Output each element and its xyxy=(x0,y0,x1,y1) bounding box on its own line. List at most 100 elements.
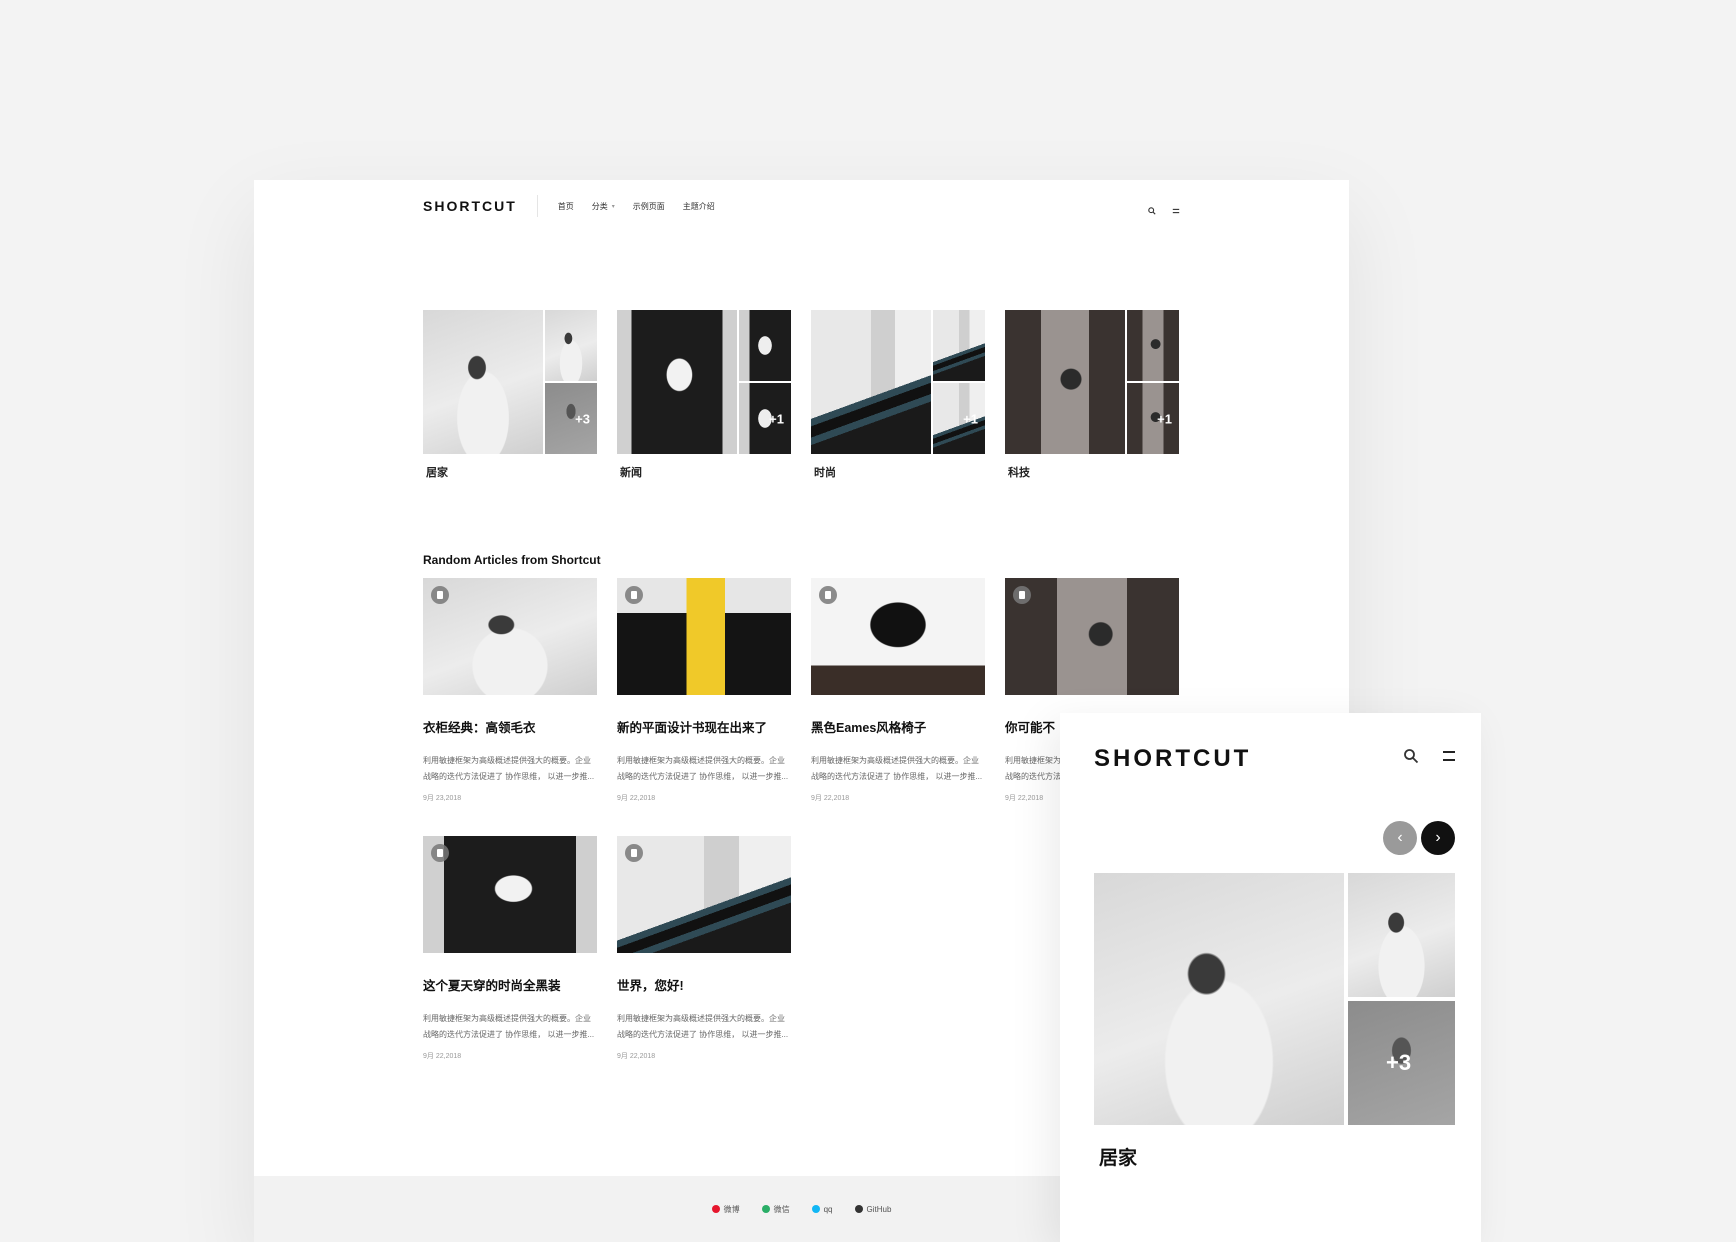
more-count: +1 xyxy=(769,411,784,426)
footer-label: 微博 xyxy=(723,1204,740,1214)
category-main-image xyxy=(423,310,543,454)
footer-label: 微信 xyxy=(773,1204,790,1214)
header-actions xyxy=(1403,748,1457,769)
category-thumb: +3 xyxy=(1348,1001,1455,1125)
section-title: Random Articles from Shortcut xyxy=(423,553,601,567)
site-header: SHORTCUT 首页 分类 ▾ 示例页面 主题介绍 xyxy=(423,180,1180,232)
article-thumbnail[interactable] xyxy=(1005,578,1179,695)
document-icon xyxy=(431,844,449,862)
weibo-icon xyxy=(711,1205,720,1213)
nav-label: 主题介绍 xyxy=(682,201,715,211)
article-title[interactable]: 黑色Eames风格椅子 xyxy=(811,717,985,736)
chevron-right-icon[interactable]: › xyxy=(1421,821,1455,855)
category-thumb: +1 xyxy=(739,383,791,454)
document-icon xyxy=(625,586,643,604)
article-date: 9月 22,2018 xyxy=(617,1053,656,1060)
main-nav: 首页 分类 ▾ 示例页面 主题介绍 xyxy=(558,201,715,212)
qq-icon xyxy=(811,1205,820,1213)
github-icon xyxy=(854,1205,863,1213)
mobile-preview: SHORTCUT ‹ › +3 居家 xyxy=(1060,713,1481,1242)
search-icon[interactable] xyxy=(1403,748,1419,769)
category-grid: +3 居家 +1 新闻 +1 时尚 +1 科技 xyxy=(423,310,1180,480)
article-card[interactable]: 世界，您好! 利用敏捷框架为高级概述提供强大的概要。企业战略的迭代方法促进了 协… xyxy=(617,836,791,1061)
article-excerpt: 利用敏捷框架为高级概述提供强大的概要。企业战略的迭代方法促进了 协作思维， 以进… xyxy=(423,1014,595,1039)
article-date: 9月 22,2018 xyxy=(423,1053,462,1060)
carousel-controls: ‹ › xyxy=(1383,821,1455,855)
category-name[interactable]: 居家 xyxy=(1099,1143,1137,1170)
nav-label: 分类 xyxy=(591,201,608,211)
article-title[interactable]: 衣柜经典：高领毛衣 xyxy=(423,717,597,736)
category-name[interactable]: 时尚 xyxy=(811,464,985,480)
category-thumb: +3 xyxy=(545,383,597,454)
category-main-image xyxy=(1094,873,1344,1125)
article-excerpt: 利用敏捷框架为高级概述提供强大的概要。企业战略的迭代方法促进了 协作思维， 以进… xyxy=(423,756,595,781)
nav-divider xyxy=(536,195,538,217)
nav-item-theme-intro[interactable]: 主题介绍 xyxy=(683,201,715,212)
category-card[interactable]: +1 科技 xyxy=(1005,310,1179,480)
nav-label: 示例页面 xyxy=(632,201,665,211)
category-thumb xyxy=(1348,873,1455,997)
category-thumb: +1 xyxy=(933,383,985,454)
more-count: +3 xyxy=(575,411,590,426)
article-thumbnail[interactable] xyxy=(617,578,791,695)
category-main-image xyxy=(1005,310,1125,454)
article-excerpt: 利用敏捷框架为高级概述提供强大的概要。企业战略的迭代方法促进了 协作思维， 以进… xyxy=(617,1014,789,1039)
document-icon xyxy=(819,586,837,604)
footer-link-wechat[interactable]: 微信 xyxy=(761,1204,790,1215)
more-count: +3 xyxy=(1386,1050,1412,1075)
nav-item-home[interactable]: 首页 xyxy=(558,201,574,212)
article-date: 9月 23,2018 xyxy=(423,795,462,802)
category-card[interactable]: +3 居家 xyxy=(423,310,597,480)
category-name[interactable]: 新闻 xyxy=(617,464,791,480)
article-title[interactable]: 这个夏天穿的时尚全黑装 xyxy=(423,975,597,994)
article-date: 9月 22,2018 xyxy=(811,795,850,802)
chevron-down-icon: ▾ xyxy=(611,203,615,210)
site-logo[interactable]: SHORTCUT xyxy=(1094,745,1251,773)
category-card[interactable]: +1 时尚 xyxy=(811,310,985,480)
article-card[interactable]: 这个夏天穿的时尚全黑装 利用敏捷框架为高级概述提供强大的概要。企业战略的迭代方法… xyxy=(423,836,597,1061)
site-logo[interactable]: SHORTCUT xyxy=(423,198,517,214)
footer-link-github[interactable]: GitHub xyxy=(854,1204,892,1214)
footer-label: qq xyxy=(823,1204,833,1214)
article-title[interactable]: 世界，您好! xyxy=(617,975,791,994)
chevron-left-icon[interactable]: ‹ xyxy=(1383,821,1417,855)
article-thumbnail[interactable] xyxy=(423,578,597,695)
category-main-image xyxy=(811,310,931,454)
category-card[interactable]: +1 新闻 xyxy=(617,310,791,480)
article-card[interactable]: 衣柜经典：高领毛衣 利用敏捷框架为高级概述提供强大的概要。企业战略的迭代方法促进… xyxy=(423,578,597,803)
article-excerpt: 利用敏捷框架为高级概述提供强大的概要。企业战略的迭代方法促进了 协作思维， 以进… xyxy=(811,756,983,781)
category-thumb xyxy=(739,310,791,381)
document-icon xyxy=(431,586,449,604)
article-title[interactable]: 新的平面设计书现在出来了 xyxy=(617,717,791,736)
nav-item-sample-page[interactable]: 示例页面 xyxy=(633,201,665,212)
article-thumbnail[interactable] xyxy=(617,836,791,953)
article-card[interactable]: 新的平面设计书现在出来了 利用敏捷框架为高级概述提供强大的概要。企业战略的迭代方… xyxy=(617,578,791,803)
nav-label: 首页 xyxy=(557,201,574,211)
document-icon xyxy=(1013,586,1031,604)
search-icon[interactable] xyxy=(1148,202,1156,215)
category-thumb xyxy=(933,310,985,381)
category-thumb: +1 xyxy=(1127,383,1179,454)
category-name[interactable]: 科技 xyxy=(1005,464,1179,480)
nav-item-categories[interactable]: 分类 ▾ xyxy=(592,201,615,212)
footer-link-qq[interactable]: qq xyxy=(811,1204,833,1214)
wechat-icon xyxy=(761,1205,770,1213)
menu-icon[interactable] xyxy=(1172,202,1180,214)
more-count: +1 xyxy=(1157,411,1172,426)
category-main-image xyxy=(617,310,737,454)
article-thumbnail[interactable] xyxy=(423,836,597,953)
category-thumb xyxy=(1127,310,1179,381)
article-date: 9月 22,2018 xyxy=(617,795,656,802)
header-actions xyxy=(1148,202,1180,215)
more-count: +1 xyxy=(963,411,978,426)
menu-icon[interactable] xyxy=(1441,748,1457,769)
category-name[interactable]: 居家 xyxy=(423,464,597,480)
document-icon xyxy=(625,844,643,862)
category-card[interactable]: +3 xyxy=(1094,873,1455,1125)
footer-link-weibo[interactable]: 微博 xyxy=(711,1204,740,1215)
article-card[interactable]: 黑色Eames风格椅子 利用敏捷框架为高级概述提供强大的概要。企业战略的迭代方法… xyxy=(811,578,985,803)
category-thumb xyxy=(545,310,597,381)
footer-label: GitHub xyxy=(866,1204,892,1214)
article-thumbnail[interactable] xyxy=(811,578,985,695)
article-excerpt: 利用敏捷框架为高级概述提供强大的概要。企业战略的迭代方法促进了 协作思维， 以进… xyxy=(617,756,789,781)
